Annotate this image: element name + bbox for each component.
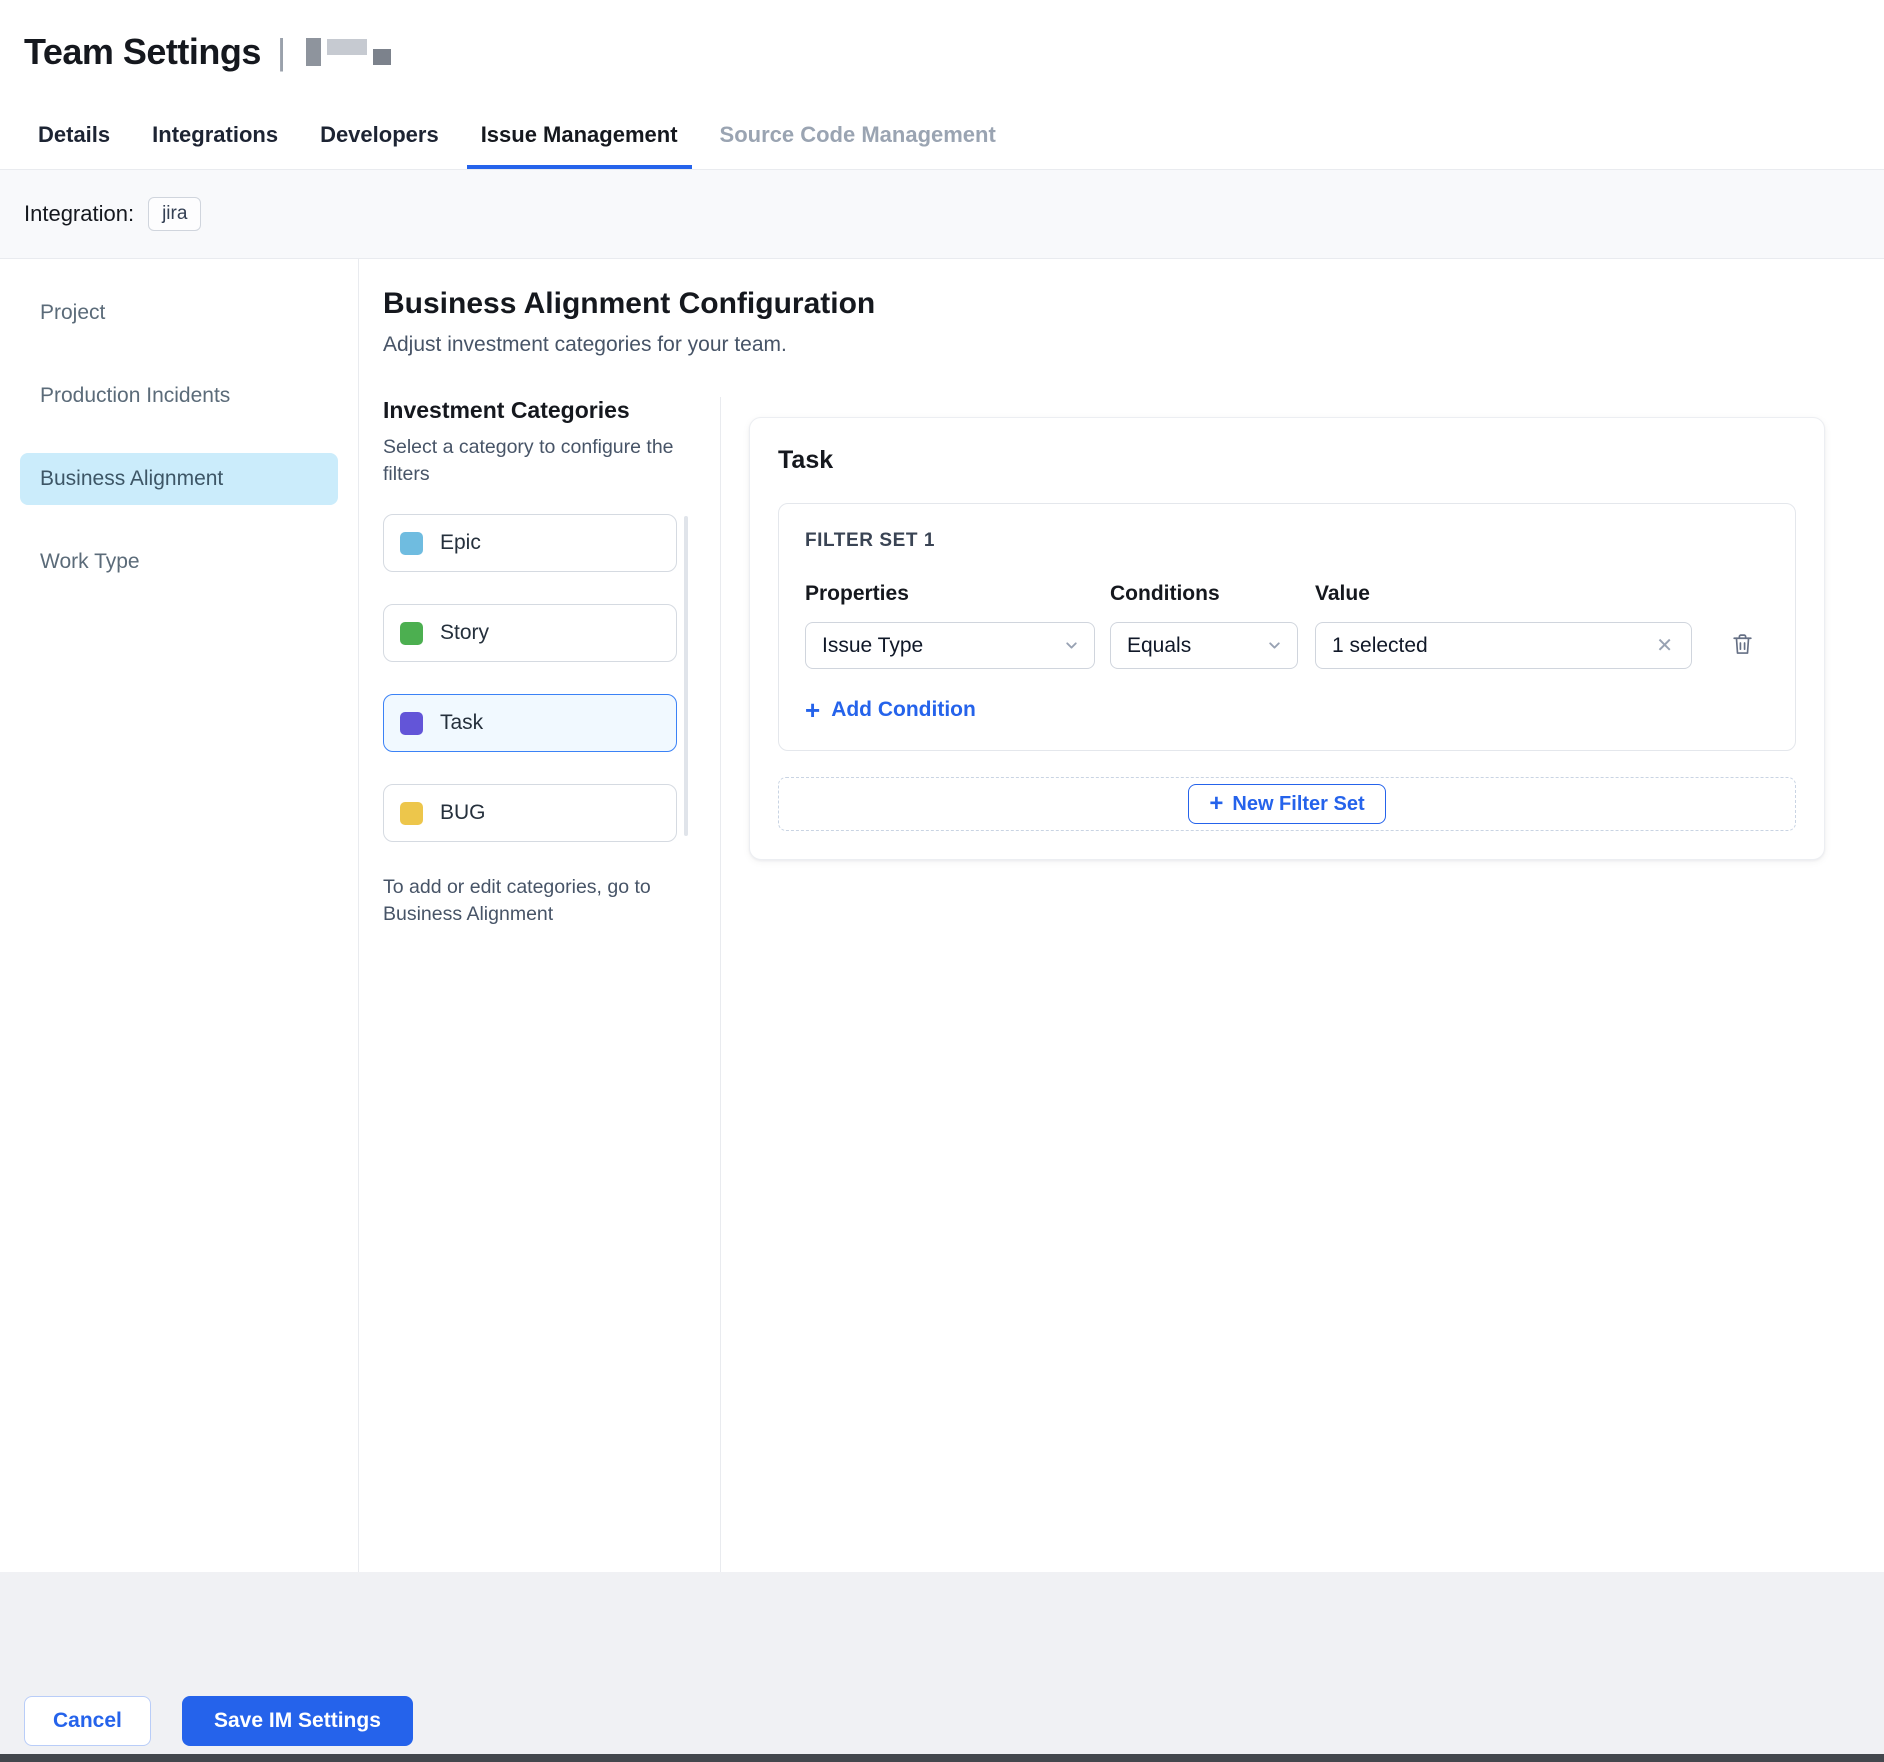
value-header: Value xyxy=(1315,582,1692,606)
business-alignment-config: Business Alignment Configuration Adjust … xyxy=(359,259,1884,1572)
new-filter-set-button[interactable]: + New Filter Set xyxy=(1188,784,1385,824)
filter-set-1: FILTER SET 1 Properties Conditions Value… xyxy=(778,503,1796,751)
content-area: Project Production Incidents Business Al… xyxy=(0,259,1884,1572)
trash-icon xyxy=(1730,631,1755,661)
redacted-block xyxy=(306,38,321,66)
tab-details[interactable]: Details xyxy=(24,104,124,169)
redacted-block xyxy=(327,39,367,55)
settings-tabs: Details Integrations Developers Issue Ma… xyxy=(0,104,1884,170)
sidebar-item-project[interactable]: Project xyxy=(20,287,338,339)
integration-badge: jira xyxy=(148,197,201,231)
category-story[interactable]: Story xyxy=(383,604,677,662)
bug-color-swatch xyxy=(400,802,423,825)
section-subtitle: Adjust investment categories for your te… xyxy=(383,333,1860,357)
filter-condition-row: Issue Type Equals xyxy=(805,622,1769,669)
sidebar-item-production-incidents[interactable]: Production Incidents xyxy=(20,370,338,422)
top-bar: Team Settings | xyxy=(0,0,1884,104)
category-config-panel: Task FILTER SET 1 Properties Conditions … xyxy=(721,397,1860,1572)
category-bug[interactable]: BUG xyxy=(383,784,677,842)
category-task[interactable]: Task xyxy=(383,694,677,752)
category-label: Epic xyxy=(440,531,481,555)
save-im-settings-button[interactable]: Save IM Settings xyxy=(182,1696,413,1746)
value-multiselect-value: 1 selected xyxy=(1332,634,1428,658)
task-card: Task FILTER SET 1 Properties Conditions … xyxy=(749,417,1825,860)
tab-integrations[interactable]: Integrations xyxy=(138,104,292,169)
plus-icon: + xyxy=(1209,792,1223,816)
add-condition-button[interactable]: + Add Condition xyxy=(805,697,976,723)
config-columns: Investment Categories Select a category … xyxy=(383,397,1860,1572)
title-separator: | xyxy=(277,31,286,73)
chevron-down-icon xyxy=(1266,637,1283,654)
add-condition-label: Add Condition xyxy=(831,698,976,722)
filter-headers: Properties Conditions Value xyxy=(805,582,1769,606)
redacted-team-name xyxy=(306,38,391,66)
properties-header: Properties xyxy=(805,582,1095,606)
tab-source-code-management[interactable]: Source Code Management xyxy=(706,104,1010,169)
task-card-title: Task xyxy=(778,446,1796,475)
settings-sidebar: Project Production Incidents Business Al… xyxy=(0,259,359,1572)
integration-label: Integration: xyxy=(24,201,134,227)
conditions-select-value: Equals xyxy=(1127,634,1191,658)
plus-icon: + xyxy=(805,697,820,723)
categories-scrollbar[interactable] xyxy=(684,516,688,836)
category-label: Task xyxy=(440,711,483,735)
categories-subtitle: Select a category to configure the filte… xyxy=(383,434,683,488)
epic-color-swatch xyxy=(400,532,423,555)
tab-issue-management[interactable]: Issue Management xyxy=(467,104,692,169)
category-label: Story xyxy=(440,621,489,645)
story-color-swatch xyxy=(400,622,423,645)
page-title: Team Settings xyxy=(24,31,261,73)
integration-row: Integration: jira xyxy=(0,170,1884,259)
task-color-swatch xyxy=(400,712,423,735)
tab-developers[interactable]: Developers xyxy=(306,104,453,169)
chevron-down-icon xyxy=(1063,637,1080,654)
new-filter-set-label: New Filter Set xyxy=(1232,793,1364,816)
new-filter-set-zone: + New Filter Set xyxy=(778,777,1796,831)
sidebar-item-business-alignment[interactable]: Business Alignment xyxy=(20,453,338,505)
sidebar-item-work-type[interactable]: Work Type xyxy=(20,536,338,588)
filter-set-title: FILTER SET 1 xyxy=(805,530,1769,552)
bottom-edge-strip xyxy=(0,1754,1884,1762)
value-multiselect[interactable]: 1 selected ✕ xyxy=(1315,622,1692,669)
category-epic[interactable]: Epic xyxy=(383,514,677,572)
cancel-button[interactable]: Cancel xyxy=(24,1696,151,1746)
conditions-select[interactable]: Equals xyxy=(1110,622,1298,669)
categories-footnote: To add or edit categories, go to Busines… xyxy=(383,874,683,928)
close-icon[interactable]: ✕ xyxy=(1652,632,1677,660)
categories-list: Epic Story Task BUG xyxy=(383,514,683,842)
properties-select-value: Issue Type xyxy=(822,634,923,658)
properties-select[interactable]: Issue Type xyxy=(805,622,1095,669)
redacted-block xyxy=(373,49,391,65)
categories-title: Investment Categories xyxy=(383,397,700,424)
conditions-header: Conditions xyxy=(1110,582,1298,606)
investment-categories: Investment Categories Select a category … xyxy=(383,397,721,1572)
category-label: BUG xyxy=(440,801,486,825)
team-settings-page: Team Settings | Details Integrations Dev… xyxy=(0,0,1884,1762)
delete-condition-button[interactable] xyxy=(1730,631,1755,661)
section-title: Business Alignment Configuration xyxy=(383,287,1860,321)
